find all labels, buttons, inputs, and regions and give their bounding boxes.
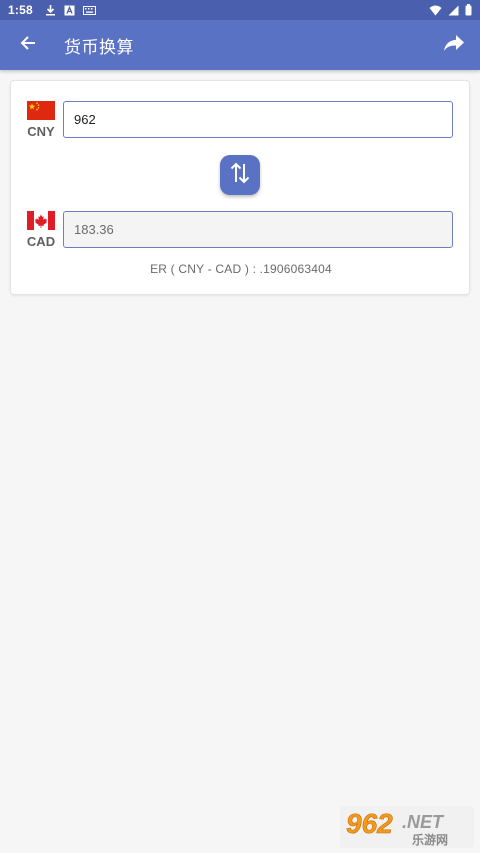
app-bar: 货币换算 bbox=[0, 20, 480, 70]
china-flag-icon bbox=[27, 101, 55, 120]
share-button[interactable] bbox=[428, 20, 480, 70]
watermark-suffix: .NET bbox=[402, 812, 445, 832]
watermark-number: 962 bbox=[346, 808, 393, 839]
swap-button[interactable] bbox=[220, 155, 260, 195]
status-bar: 1:58 bbox=[0, 0, 480, 20]
watermark-subtitle: 乐游网 bbox=[412, 832, 448, 847]
back-button[interactable] bbox=[0, 20, 56, 70]
arrow-left-icon bbox=[20, 35, 36, 56]
font-a-icon bbox=[64, 5, 75, 16]
watermark-logo: 962 .NET 乐游网 bbox=[340, 806, 474, 848]
to-currency-code: CAD bbox=[26, 234, 56, 249]
keyboard-icon bbox=[82, 5, 96, 15]
signal-icon bbox=[448, 5, 459, 16]
page-title: 货币换算 bbox=[64, 37, 134, 57]
to-amount-output: 183.36 bbox=[63, 211, 453, 248]
from-currency-selector[interactable]: CNY bbox=[27, 101, 55, 139]
from-amount-input[interactable]: 962 bbox=[63, 101, 453, 138]
wifi-icon bbox=[429, 5, 442, 16]
converter-card: CNY 962 CAD 183.36 ER ( CNY - CAD ) : .1… bbox=[10, 80, 470, 295]
from-currency-code: CNY bbox=[27, 124, 55, 139]
share-icon bbox=[443, 34, 465, 57]
status-time: 1:58 bbox=[8, 3, 33, 17]
to-currency-selector[interactable]: CAD bbox=[27, 211, 55, 249]
exchange-rate-text: ER ( CNY - CAD ) : .1906063404 bbox=[150, 262, 332, 276]
canada-flag-icon bbox=[27, 211, 55, 230]
swap-arrows-icon bbox=[229, 161, 251, 190]
download-icon bbox=[45, 4, 56, 16]
battery-icon bbox=[465, 4, 472, 16]
